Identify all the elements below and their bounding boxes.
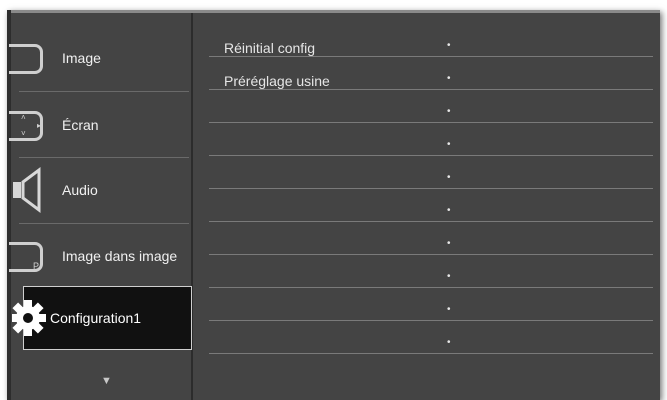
- list-item[interactable]: •: [209, 221, 649, 254]
- sidebar-item-image[interactable]: Image: [9, 26, 191, 90]
- scroll-down-icon[interactable]: ▼: [101, 375, 112, 387]
- settings-list: Réinitial config • Préréglage usine • • …: [193, 13, 660, 400]
- item-label: Préréglage usine: [224, 73, 330, 89]
- osd-menu-panel: Image ˄ ˅ ▸ Écran Audio P Image dans ima…: [7, 10, 660, 400]
- item-indicator: •: [447, 337, 451, 348]
- item-indicator: •: [447, 73, 451, 84]
- sidebar-item-audio[interactable]: Audio: [11, 158, 191, 222]
- list-item[interactable]: •: [209, 89, 649, 122]
- item-indicator: •: [447, 172, 451, 183]
- sidebar-item-pip[interactable]: P Image dans image: [9, 224, 191, 288]
- sidebar-item-label: Image: [62, 50, 101, 66]
- sidebar-item-ecran[interactable]: ˄ ˅ ▸ Écran: [9, 93, 191, 157]
- item-indicator: •: [447, 271, 451, 282]
- sidebar-item-label: Configuration1: [50, 310, 142, 326]
- tv-icon: [9, 26, 59, 90]
- gear-icon: [10, 286, 56, 350]
- sidebar: Image ˄ ˅ ▸ Écran Audio P Image dans ima…: [9, 13, 193, 400]
- list-item[interactable]: •: [209, 287, 649, 320]
- item-indicator: •: [447, 40, 451, 51]
- item-indicator: •: [447, 304, 451, 315]
- list-item[interactable]: •: [209, 320, 649, 353]
- list-item[interactable]: •: [209, 122, 649, 155]
- sidebar-item-label: Image dans image: [62, 248, 178, 264]
- list-item[interactable]: Préréglage usine •: [209, 56, 649, 89]
- list-item[interactable]: •: [209, 254, 649, 287]
- screen-adjust-icon: ˄ ˅ ▸: [9, 93, 59, 157]
- item-indicator: •: [447, 238, 451, 249]
- list-item[interactable]: Réinitial config •: [209, 23, 649, 56]
- sidebar-item-label: Audio: [62, 182, 98, 198]
- sidebar-item-configuration1[interactable]: Configuration1: [10, 286, 192, 350]
- pip-icon: P: [9, 224, 59, 288]
- item-indicator: •: [447, 139, 451, 150]
- sidebar-divider: [19, 91, 189, 92]
- item-label: Réinitial config: [224, 40, 316, 56]
- list-item[interactable]: •: [209, 155, 649, 188]
- item-indicator: •: [447, 205, 451, 216]
- list-item[interactable]: •: [209, 188, 649, 221]
- item-indicator: •: [447, 106, 451, 117]
- row-divider: [209, 353, 653, 354]
- speaker-icon: [11, 158, 59, 222]
- sidebar-item-label: Écran: [62, 117, 99, 133]
